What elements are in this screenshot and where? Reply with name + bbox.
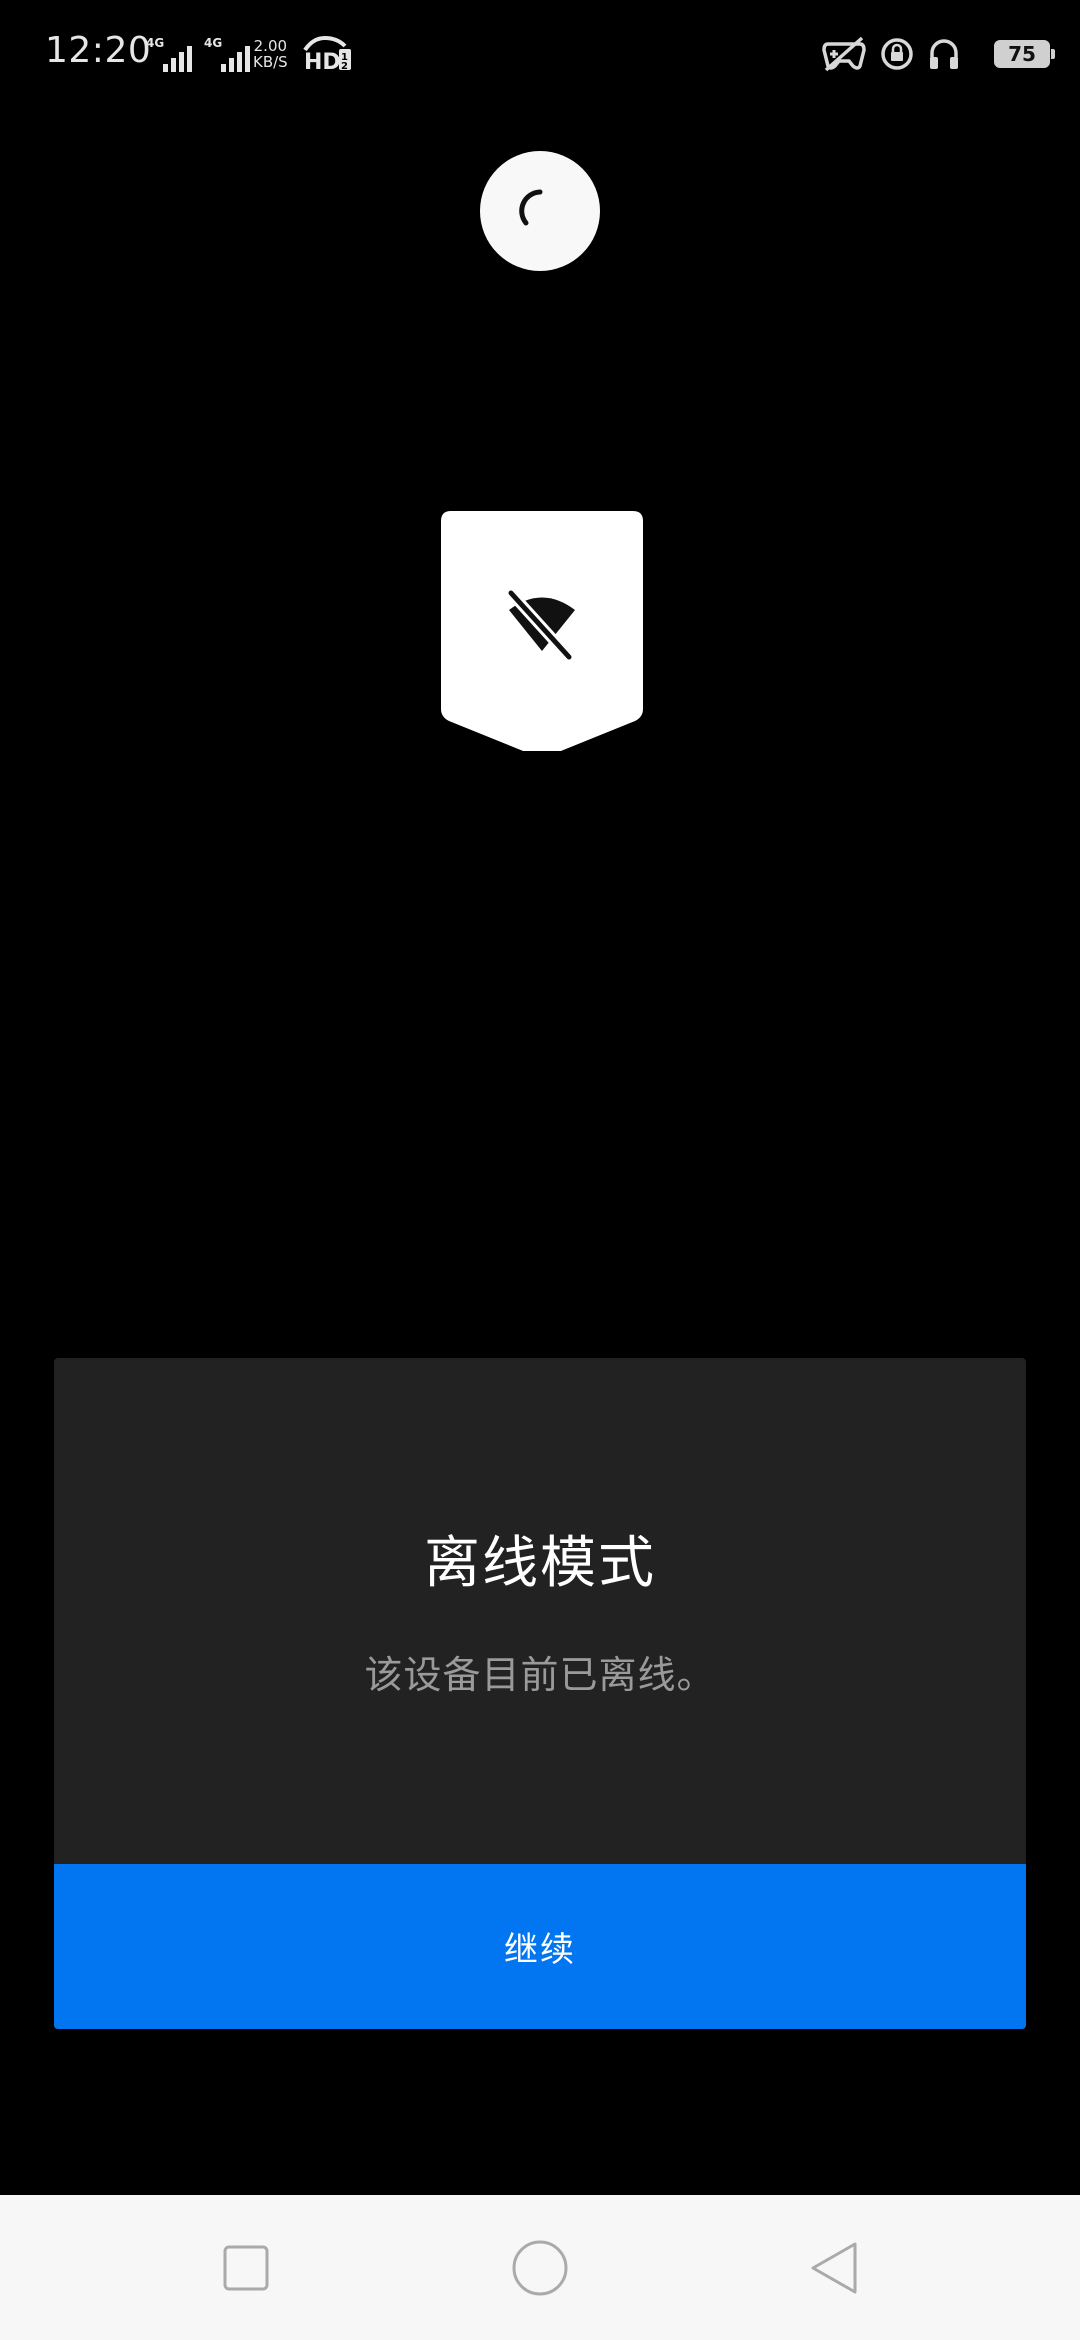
status-icons-right: 75 <box>822 36 1055 72</box>
recents-button[interactable] <box>176 2195 316 2340</box>
recents-square-icon <box>223 2245 269 2290</box>
rotation-lock-icon <box>880 37 914 71</box>
dialog-title: 离线模式 <box>424 1531 656 1596</box>
offline-badge <box>441 511 643 757</box>
back-button[interactable] <box>764 2195 904 2340</box>
status-time: 12:20 <box>45 30 152 71</box>
signal-4g-icon: 4G <box>146 36 192 72</box>
spinner-icon <box>519 189 543 226</box>
network-speed: 2.00 KB/S <box>253 38 288 70</box>
game-mode-icon <box>822 36 866 72</box>
network-type-label: 4G <box>204 36 223 50</box>
back-triangle-icon <box>811 2242 857 2293</box>
signal-4g-icon: 4G <box>204 36 250 72</box>
loading-spinner <box>480 151 600 271</box>
home-button[interactable] <box>470 2195 610 2340</box>
network-speed-unit: KB/S <box>253 53 288 71</box>
home-circle-icon <box>512 2240 568 2295</box>
continue-button[interactable]: 继续 <box>54 1864 1026 2029</box>
svg-text:2: 2 <box>341 61 348 72</box>
hd-voice-icon: HD 1 2 <box>303 35 353 75</box>
battery-icon: 75 <box>994 40 1055 68</box>
network-type-label: 4G <box>146 36 165 50</box>
dialog-message: 该设备目前已离线。 <box>364 1653 716 1697</box>
headphones-icon <box>928 37 960 71</box>
svg-text:HD: HD <box>304 50 341 72</box>
status-bar: 12:20 4G 4G 2.00 KB/S HD 1 2 75 <box>0 0 1080 110</box>
battery-level: 75 <box>1008 42 1036 66</box>
navigation-bar <box>0 2195 1080 2340</box>
network-speed-value: 2.00 <box>253 37 288 55</box>
offline-mode-dialog: 离线模式 该设备目前已离线。 继续 <box>54 1358 1026 2029</box>
